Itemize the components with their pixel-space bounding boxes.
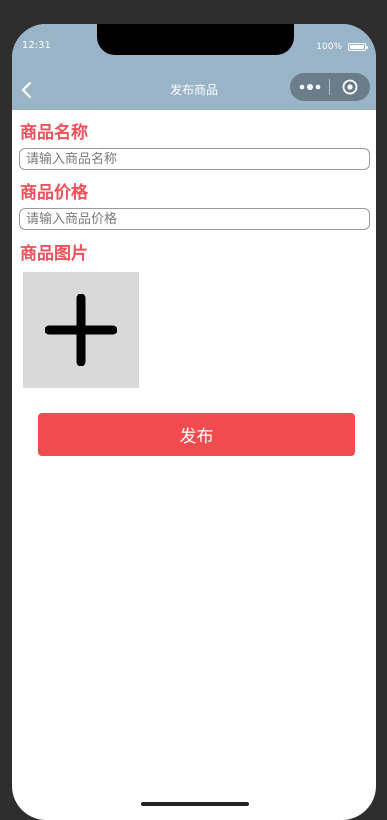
more-options-icon[interactable] [290,73,329,101]
plus-icon [45,294,117,366]
device-notch [97,24,294,55]
product-price-label: 商品价格 [20,183,88,203]
home-indicator[interactable] [141,802,249,806]
status-right: 100% [316,42,368,52]
top-bar: 12:31 100% 发布商品 [12,24,376,110]
page-title: 发布商品 [169,83,218,97]
battery-icon [348,43,368,51]
product-price-input[interactable] [19,208,370,230]
status-time: 12:31 [22,40,51,51]
back-arrow-icon[interactable] [18,80,36,100]
product-name-input[interactable] [19,148,370,170]
navigation-bar: 发布商品 [12,69,376,110]
mini-program-capsule [290,73,370,101]
product-image-label: 商品图片 [20,244,88,264]
phone-screen: 12:31 100% 发布商品 商品名称 请输入商品名称 商品价格 请输入商品价… [12,24,376,820]
close-miniprogram-icon[interactable] [330,73,369,101]
product-name-label: 商品名称 [20,123,88,143]
battery-percent: 100% [316,42,342,52]
publish-button[interactable]: 发布 [38,413,355,456]
add-image-button[interactable] [23,272,139,388]
